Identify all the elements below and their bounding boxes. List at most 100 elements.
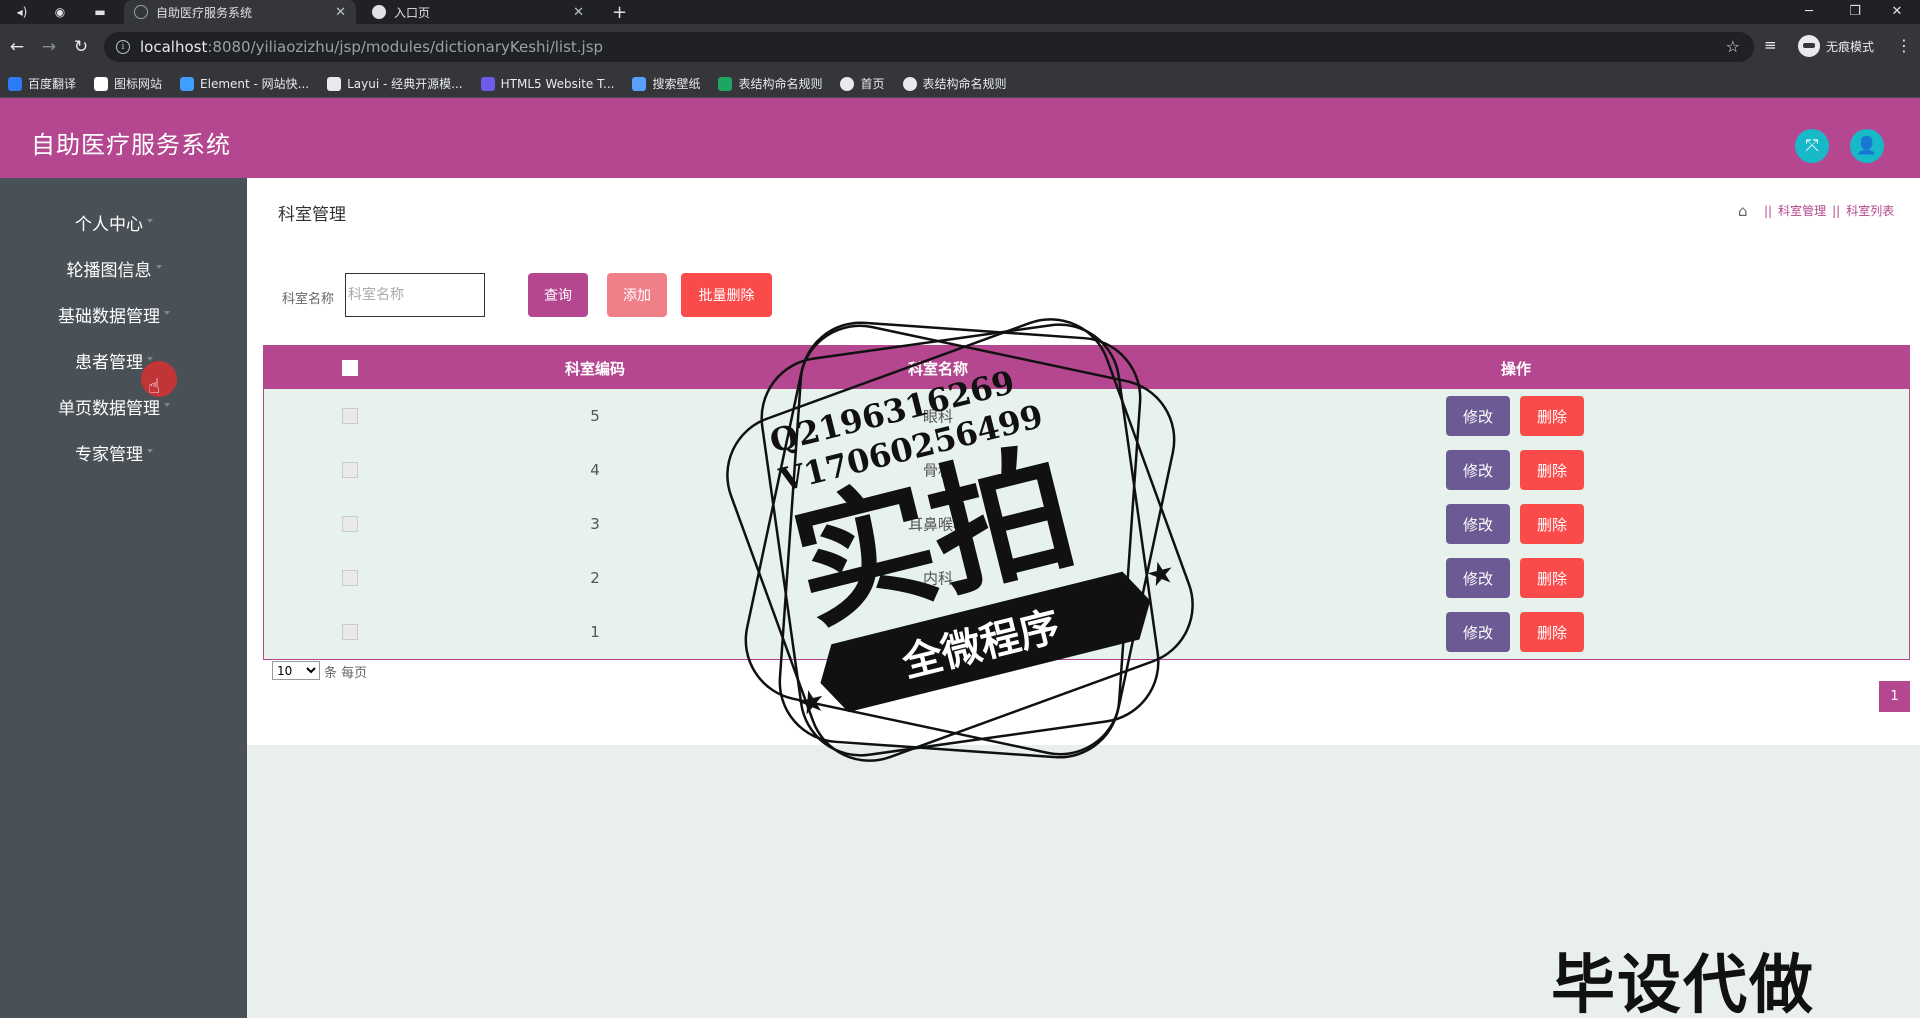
caret-icon: [155, 265, 162, 269]
row-checkbox[interactable]: [342, 570, 358, 586]
window-icon[interactable]: ▬: [86, 3, 114, 21]
edit-button[interactable]: 修改: [1446, 450, 1510, 490]
html5-icon: [480, 76, 495, 91]
flag-icon: [94, 76, 109, 91]
bookmark-item[interactable]: Element - 网站快...: [180, 75, 309, 92]
bookmarks-bar: 百度翻译 图标网站 Element - 网站快... Layui - 经典开源模…: [0, 70, 1920, 98]
department-code: 5: [590, 407, 600, 425]
bookmark-item[interactable]: 百度翻译: [8, 75, 76, 92]
department-code: 2: [590, 569, 600, 587]
add-button[interactable]: 添加: [607, 273, 667, 317]
query-button[interactable]: 查询: [528, 273, 588, 317]
browser-toolbar: ← → ↻ i localhost:8080/yiliaozizhu/jsp/m…: [0, 24, 1920, 70]
bookmark-label: 表结构命名规则: [738, 77, 823, 91]
close-icon[interactable]: ✕: [573, 5, 584, 20]
row-checkbox[interactable]: [342, 408, 358, 424]
column-header: 科室编码: [564, 360, 626, 378]
new-tab-plus-icon[interactable]: +: [612, 2, 627, 23]
sidebar-item-label: 个人中心: [75, 215, 143, 235]
restore-icon[interactable]: ❐: [1832, 0, 1878, 22]
sidebar-item-patients[interactable]: 患者管理: [0, 348, 218, 373]
edit-button[interactable]: 修改: [1446, 612, 1510, 652]
bookmark-item[interactable]: 图标网站: [94, 75, 162, 92]
browser-tab[interactable]: 入口页 ✕: [362, 0, 594, 24]
sidebar-item-label: 轮播图信息: [66, 261, 152, 281]
row-checkbox[interactable]: [342, 462, 358, 478]
sidebar-item-basic-data[interactable]: 基础数据管理: [0, 302, 218, 327]
sidebar: 个人中心 轮播图信息 基础数据管理 患者管理 单页数据管理 专家管理: [0, 178, 247, 1018]
caret-icon: [164, 311, 170, 315]
page-title: 科室管理: [278, 205, 346, 225]
caret-icon: [147, 449, 153, 453]
select-all-checkbox[interactable]: [342, 360, 358, 376]
sidebar-item-personal-center[interactable]: 个人中心: [0, 210, 218, 235]
bookmark-item[interactable]: 搜索壁纸: [632, 75, 700, 92]
page-size-label: 条 每页: [324, 666, 368, 681]
caret-icon: [164, 403, 170, 407]
address-bar[interactable]: i localhost:8080/yiliaozizhu/jsp/modules…: [104, 32, 1754, 62]
row-checkbox[interactable]: [342, 624, 358, 640]
sheet-icon: [718, 76, 733, 91]
globe-icon: [902, 76, 917, 91]
close-icon[interactable]: ✕: [335, 5, 346, 20]
bookmark-item[interactable]: 表结构命名规则: [718, 75, 822, 92]
delete-button[interactable]: 删除: [1520, 504, 1584, 544]
department-code: 4: [590, 461, 600, 479]
minimize-icon[interactable]: ─: [1786, 0, 1832, 22]
bookmark-label: 首页: [860, 77, 885, 91]
home-icon[interactable]: ⌂: [1738, 203, 1752, 218]
corner-watermark-text: 毕设代做: [1551, 949, 1815, 1018]
bookmark-label: HTML5 Website T...: [500, 76, 615, 91]
breadcrumb-item[interactable]: 科室列表: [1846, 202, 1894, 219]
incognito-indicator[interactable]: 无痕模式: [1798, 35, 1874, 57]
sidebar-item-label: 专家管理: [75, 445, 143, 465]
bookmark-item[interactable]: HTML5 Website T...: [480, 76, 615, 91]
reading-list-icon[interactable]: ≡: [1764, 36, 1777, 54]
bookmark-item[interactable]: 表结构命名规则: [902, 75, 1007, 92]
edit-button[interactable]: 修改: [1446, 558, 1510, 598]
bookmark-item[interactable]: 首页: [840, 75, 885, 92]
translate-icon: [8, 76, 22, 91]
reload-icon[interactable]: ↻: [70, 36, 92, 58]
department-code: 3: [590, 515, 600, 533]
tab-title: 入口页: [394, 5, 431, 20]
more-menu-icon[interactable]: ⋮: [1896, 36, 1912, 55]
globe-icon: [372, 5, 386, 19]
search-label: 科室名称: [282, 292, 335, 307]
row-checkbox[interactable]: [342, 516, 358, 532]
user-avatar-icon[interactable]: 👤: [1850, 129, 1884, 163]
delete-button[interactable]: 删除: [1520, 612, 1584, 652]
bookmark-item[interactable]: Layui - 经典开源模...: [327, 75, 463, 92]
bookmark-star-icon[interactable]: ☆: [1726, 37, 1740, 56]
bookmark-label: 图标网站: [114, 77, 163, 91]
tab-favicon-icon: [134, 5, 148, 19]
forward-arrow-icon[interactable]: →: [38, 36, 60, 58]
wallpaper-icon: [632, 76, 647, 91]
caret-icon: [147, 219, 153, 223]
bookmark-label: 表结构命名规则: [922, 77, 1007, 91]
app-header: 自助医疗服务系统: [0, 98, 1920, 178]
sidebar-item-experts[interactable]: 专家管理: [0, 440, 218, 465]
page-size-select[interactable]: 10: [272, 661, 320, 680]
delete-button[interactable]: 删除: [1520, 450, 1584, 490]
pagination-page-button[interactable]: 1: [1879, 681, 1910, 712]
window-close-icon[interactable]: ✕: [1874, 0, 1920, 22]
browser-tab-active[interactable]: 自助医疗服务系统 ✕: [124, 0, 356, 24]
edit-button[interactable]: 修改: [1446, 504, 1510, 544]
sidebar-item-carousel[interactable]: 轮播图信息: [0, 256, 218, 281]
speaker-icon[interactable]: ◂): [8, 3, 36, 21]
edit-button[interactable]: 修改: [1446, 396, 1510, 436]
globe-icon[interactable]: ◉: [46, 3, 74, 21]
caret-icon: [147, 357, 153, 361]
fullscreen-toggle-icon[interactable]: ⤧: [1795, 129, 1829, 163]
department-name-input[interactable]: [345, 273, 485, 317]
sidebar-item-single-page[interactable]: 单页数据管理: [0, 394, 218, 419]
back-arrow-icon[interactable]: ←: [6, 36, 28, 58]
delete-button[interactable]: 删除: [1520, 558, 1584, 598]
delete-button[interactable]: 删除: [1520, 396, 1584, 436]
site-info-icon[interactable]: i: [116, 40, 130, 54]
breadcrumb-item[interactable]: 科室管理: [1778, 202, 1826, 219]
browser-tabstrip: ◂) ◉ ▬ 自助医疗服务系统 ✕ 入口页 ✕ + ─ ❐ ✕: [0, 0, 1920, 24]
department-code: 1: [590, 623, 600, 641]
sidebar-item-label: 患者管理: [75, 353, 143, 373]
